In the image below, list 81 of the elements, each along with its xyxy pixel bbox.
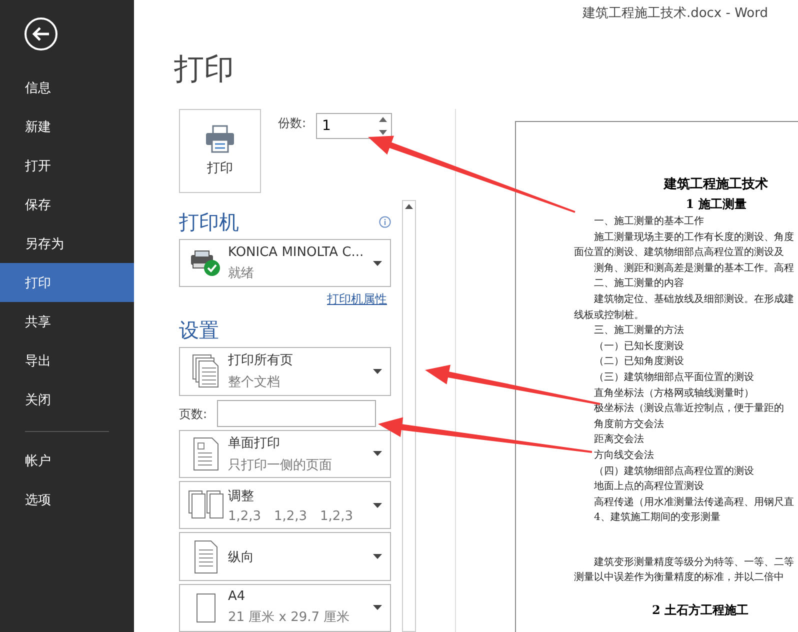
document-text-line: 建筑物定位、基础放线及细部测设。在形成建 [593, 292, 795, 307]
section-heading: 设置 [179, 317, 219, 344]
print-option-dropdown[interactable]: 打印所有页 整个文档 [179, 347, 391, 396]
pages-field[interactable] [217, 400, 376, 427]
paper-icon [196, 592, 216, 623]
document-text-line: 二、施工测量的内容 [593, 276, 685, 292]
sidebar-item[interactable]: 关闭 [0, 380, 134, 419]
option-subtitle: 只打印一侧的页面 [228, 456, 333, 474]
document-text-line: 高程传递（用水准测量法传递高程、用钢尺直 [593, 496, 795, 510]
print-option-dropdown[interactable]: 纵向 [179, 532, 391, 581]
document-text-line: 一、施工测量的基本工作 [593, 214, 705, 229]
document-title: 建筑工程施工技术 [662, 176, 769, 194]
collate-order: 1,2,3 [228, 508, 262, 524]
document-text-line: 测角、测距和测高差是测量的基本工作。高程 [593, 262, 795, 276]
option-title: 打印所有页 [228, 352, 294, 370]
print-option-dropdown[interactable]: A4 21 厘米 x 29.7 厘米 [179, 584, 391, 632]
window-title: 建筑工程施工技术.docx - Word [582, 5, 768, 23]
document-text-line: 地面上点的高程位置测设 [593, 480, 705, 494]
collate-icon [188, 490, 224, 520]
caret-icon [373, 260, 382, 266]
option-subtitle: 整个文档 [228, 374, 281, 392]
printer-dropdown[interactable]: KONICA MINOLTA C... 就绪 [179, 239, 391, 288]
document-text-line: 距离交会法 [593, 432, 645, 448]
collate-order: 1,2,3 [320, 508, 354, 524]
option-subtitle: 21 厘米 x 29.7 厘米 [228, 609, 351, 626]
sidebar-item[interactable]: 保存 [0, 185, 134, 224]
section-heading: 打印机 [179, 209, 239, 236]
option-title: 纵向 [228, 548, 255, 566]
option-title: A4 [228, 589, 246, 604]
document-text-line: 线板或控制桩。 [574, 308, 645, 323]
pages-icon [192, 354, 220, 388]
sidebar-item[interactable]: 打印 [0, 263, 134, 302]
print-option-dropdown[interactable]: 单面打印 只打印一侧的页面 [179, 430, 391, 478]
document-section-heading: 2 土石方工程施工 [651, 602, 750, 620]
printer-ready-icon [190, 249, 222, 278]
page-heading: 打印 [174, 52, 235, 88]
sidebar-item[interactable]: 新建 [0, 107, 134, 146]
back-icon[interactable] [24, 17, 58, 51]
sidebar-item[interactable]: 打开 [0, 146, 134, 185]
copies-label: 份数: [278, 115, 306, 132]
document-text-line: 建筑变形测量精度等级分为特等、一等、二等 [593, 556, 795, 570]
document-subtitle: 1 施工测量 [684, 196, 748, 213]
option-title: 调整 [228, 488, 255, 505]
document-text-line: 测量以中误差作为衡量精度的标准，并以二倍中 [574, 570, 785, 586]
caret-icon [373, 502, 382, 508]
document-text-line: 三、施工测量的方法 [593, 324, 685, 338]
sidebar-item[interactable]: 导出 [0, 341, 134, 380]
document-text-line: 直角坐标法（方格网或轴线测量时） [593, 386, 755, 401]
document-text-line: 4、建筑施工期间的变形测量 [593, 510, 722, 526]
collate-order: 1,2,3 [274, 508, 308, 524]
document-text-line: 施工测量现场主要的工作有长度的测设、角度 [593, 230, 795, 245]
sidebar-item[interactable]: 帐户 [0, 441, 134, 480]
portrait-icon [194, 540, 218, 574]
sidebar-item[interactable]: 信息 [0, 68, 134, 107]
caret-icon [373, 605, 382, 610]
printer-icon [205, 125, 235, 153]
pages-label: 页数: [179, 406, 208, 423]
printer-name: KONICA MINOLTA C... [228, 244, 365, 260]
caret-icon [373, 554, 382, 559]
spinner-arrows-icon[interactable] [379, 116, 388, 136]
document-text-line: 方向线交会法 [593, 448, 655, 463]
sidebar-item[interactable]: 选项 [0, 480, 134, 519]
document-text-line: （四）建筑物细部点高程位置的测设 [593, 464, 755, 478]
scroll-up-icon[interactable] [405, 204, 413, 209]
page-icon [193, 436, 219, 471]
sidebar-item[interactable]: 共享 [0, 302, 134, 341]
scrollbar[interactable] [402, 200, 416, 632]
document-text-line: 角度前方交会法 [593, 418, 665, 432]
document-text-line: （一）已知长度测设 [593, 340, 685, 354]
printer-status: 就绪 [228, 264, 255, 282]
sidebar-item[interactable]: 另存为 [0, 224, 134, 263]
printer-properties-link[interactable]: 打印机属性 [327, 291, 387, 308]
document-text-line: （三）建筑物细部点平面位置的测设 [593, 370, 755, 385]
caret-icon [373, 368, 382, 374]
document-text-line: 面位置的测设、建筑物细部点高程位置的测设及 [574, 246, 785, 260]
caret-icon [373, 451, 382, 456]
option-title: 单面打印 [228, 434, 281, 452]
print-option-dropdown[interactable]: 调整 1,2,3 1,2,3 1,2,3 [179, 481, 391, 530]
document-text-line: （二）已知角度测设 [593, 354, 685, 370]
info-icon[interactable] [379, 216, 391, 228]
print-button[interactable]: 打印 [179, 109, 261, 193]
